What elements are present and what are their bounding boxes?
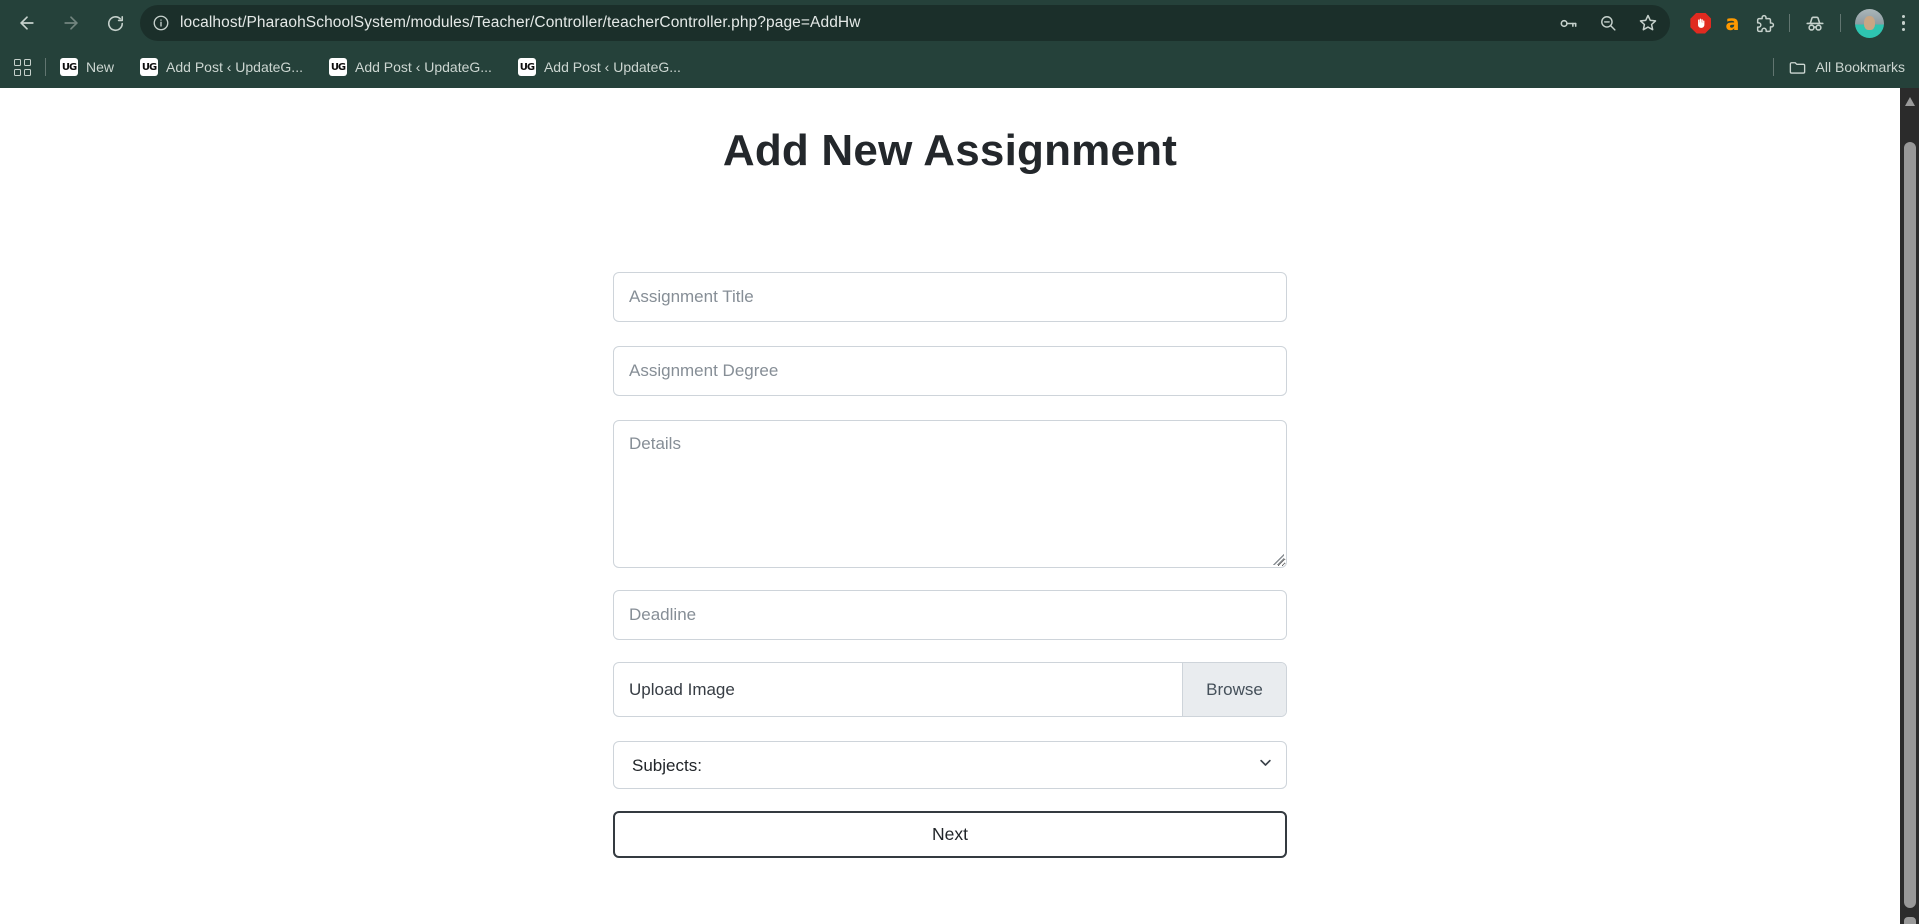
scrollbar-thumb[interactable] xyxy=(1904,142,1916,908)
bookmark-star-icon[interactable] xyxy=(1638,13,1658,33)
page-scrollbar[interactable] xyxy=(1900,88,1919,924)
forward-icon[interactable] xyxy=(56,8,86,38)
address-bar-actions xyxy=(1558,13,1658,34)
browser-toolbar: localhost/PharaohSchoolSystem/modules/Te… xyxy=(0,0,1919,46)
bookmark-item[interactable]: UG New xyxy=(60,58,114,76)
all-bookmarks-label: All Bookmarks xyxy=(1816,59,1905,75)
scrollbar-down-arrow-icon[interactable] xyxy=(1904,917,1916,924)
adblock-extension-icon[interactable] xyxy=(1690,13,1711,34)
address-bar-left: localhost/PharaohSchoolSystem/modules/Te… xyxy=(152,14,1546,32)
back-icon[interactable] xyxy=(12,8,42,38)
upload-image-label: Upload Image xyxy=(614,663,1182,716)
deadline-input[interactable] xyxy=(613,590,1287,640)
browser-menu-icon[interactable] xyxy=(1898,15,1910,32)
bookmark-item[interactable]: UG Add Post ‹ UpdateG... xyxy=(329,58,492,76)
upload-image-file-input[interactable]: Upload Image Browse xyxy=(613,662,1287,717)
all-bookmarks-button[interactable]: All Bookmarks xyxy=(1788,58,1905,77)
password-key-icon[interactable] xyxy=(1558,13,1579,34)
url-text[interactable]: localhost/PharaohSchoolSystem/modules/Te… xyxy=(180,14,861,32)
assignment-degree-input[interactable] xyxy=(613,346,1287,396)
bookmark-item[interactable]: UG Add Post ‹ UpdateG... xyxy=(518,58,681,76)
toolbar-separator xyxy=(1789,14,1790,32)
amazon-extension-icon[interactable]: a xyxy=(1725,13,1739,34)
bookmark-label: Add Post ‹ UpdateG... xyxy=(166,59,303,75)
bookmark-item[interactable]: UG Add Post ‹ UpdateG... xyxy=(140,58,303,76)
details-textarea[interactable] xyxy=(613,420,1287,568)
ug-favicon: UG xyxy=(140,58,158,76)
ug-favicon: UG xyxy=(60,58,78,76)
apps-grid-icon[interactable] xyxy=(14,59,31,76)
extensions-area: a xyxy=(1690,9,1909,38)
add-assignment-form: Add New Assignment Upload Image Browse S… xyxy=(613,88,1287,858)
page-title: Add New Assignment xyxy=(613,126,1287,176)
bookmark-label: Add Post ‹ UpdateG... xyxy=(355,59,492,75)
bookmarks-separator xyxy=(1773,58,1774,76)
incognito-spy-icon[interactable] xyxy=(1804,12,1826,34)
nav-buttons xyxy=(12,8,130,38)
browse-button[interactable]: Browse xyxy=(1182,663,1286,716)
bookmark-label: Add Post ‹ UpdateG... xyxy=(544,59,681,75)
extensions-puzzle-icon[interactable] xyxy=(1754,13,1775,34)
address-bar[interactable]: localhost/PharaohSchoolSystem/modules/Te… xyxy=(140,5,1670,41)
profile-avatar[interactable] xyxy=(1855,9,1884,38)
zoom-out-icon[interactable] xyxy=(1599,14,1618,33)
folder-icon xyxy=(1788,58,1807,77)
bookmark-label: New xyxy=(86,59,114,75)
scrollbar-up-arrow-icon[interactable] xyxy=(1905,97,1915,106)
page-viewport: Add New Assignment Upload Image Browse S… xyxy=(0,88,1919,924)
ug-favicon: UG xyxy=(518,58,536,76)
avatar-image xyxy=(1864,16,1875,30)
toolbar-separator xyxy=(1840,14,1841,32)
next-button[interactable]: Next xyxy=(613,811,1287,858)
bookmarks-bar: UG New UG Add Post ‹ UpdateG... UG Add P… xyxy=(0,46,1919,88)
ug-favicon: UG xyxy=(329,58,347,76)
assignment-title-input[interactable] xyxy=(613,272,1287,322)
subjects-select[interactable]: Subjects: xyxy=(613,741,1287,789)
reload-icon[interactable] xyxy=(100,8,130,38)
site-info-icon[interactable] xyxy=(152,14,170,32)
bookmarks-separator xyxy=(45,58,46,76)
